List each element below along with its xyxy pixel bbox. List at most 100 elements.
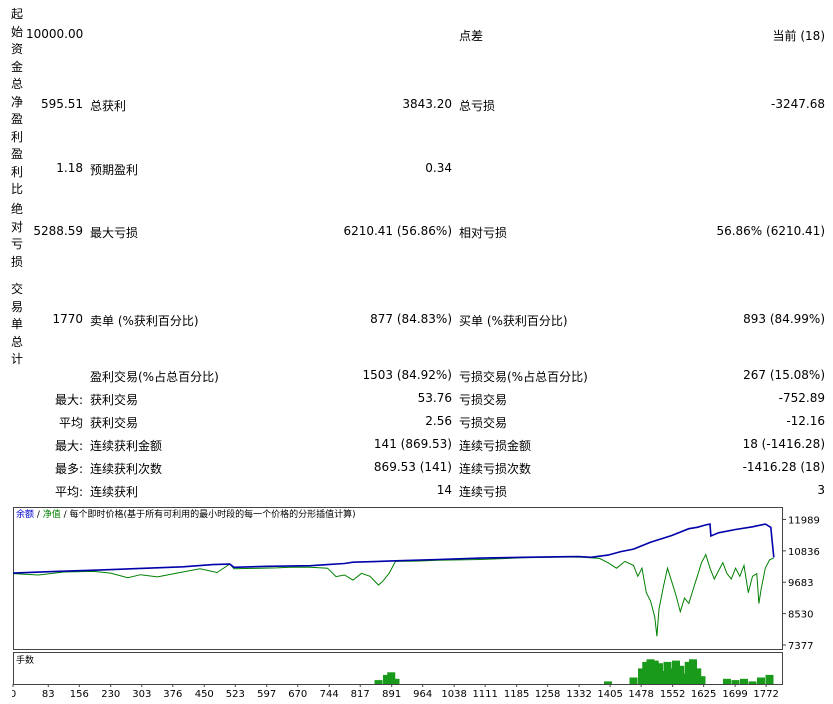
row-label: 交易单总计	[10, 282, 23, 366]
x-tick-label: 1625	[691, 689, 716, 700]
volume-label: 手数	[16, 654, 34, 666]
field-value: 893 (84.99%)	[743, 312, 825, 326]
field-value: 6210.41 (56.86%)	[343, 224, 452, 238]
x-tick-label: 303	[132, 689, 151, 700]
x-tick-label: 376	[163, 689, 182, 700]
volume-bar	[723, 678, 731, 684]
x-tick-label: 523	[226, 689, 245, 700]
field-value: 0.34	[425, 161, 452, 175]
row-label: 总净盈利	[10, 77, 23, 144]
field-label: 点差	[459, 29, 484, 43]
field-label: 获利交易	[90, 416, 139, 430]
field-label: 连续亏损次数	[459, 462, 532, 476]
y-tick-label: 7377	[788, 641, 813, 652]
x-tick-label: 891	[382, 689, 401, 700]
field-value: -12.16	[786, 414, 825, 428]
row-value: 5288.59	[33, 224, 83, 238]
field-label: 最大亏损	[90, 226, 139, 240]
volume-bar	[391, 678, 400, 684]
field-value: -3247.68	[771, 97, 825, 111]
field-value: 56.86% (6210.41)	[716, 224, 825, 238]
field-label: 连续获利金额	[90, 439, 163, 453]
field-value: 3	[817, 483, 825, 497]
field-value: 当前 (18)	[772, 29, 825, 43]
x-tick-label: 1332	[566, 689, 591, 700]
x-tick-label: 1111	[472, 689, 497, 700]
row-prefix: 最大:	[54, 439, 83, 453]
field-label: 连续获利次数	[90, 462, 163, 476]
field-value: 1503 (84.92%)	[362, 368, 452, 382]
row-prefix: 平均:	[54, 485, 83, 499]
main-plot-frame	[13, 507, 783, 650]
volume-bar	[604, 681, 612, 684]
x-tick-label: 670	[288, 689, 307, 700]
volume-bar	[740, 678, 748, 684]
x-tick-label: 156	[70, 689, 89, 700]
volume-bar	[374, 680, 383, 684]
field-value: 877 (84.83%)	[370, 312, 452, 326]
field-label: 亏损交易(%占总百分比)	[459, 370, 588, 384]
x-tick-label: 817	[351, 689, 370, 700]
legend-equity: 净值	[43, 508, 61, 520]
field-label: 亏损交易	[459, 416, 508, 430]
field-value: -752.89	[778, 391, 825, 405]
field-label: 总获利	[90, 99, 127, 113]
field-label: 总亏损	[459, 99, 496, 113]
volume-bar	[757, 677, 765, 684]
row-value: 595.51	[41, 97, 83, 111]
field-label: 卖单 (%获利百分比)	[90, 314, 199, 328]
x-tick-label: 597	[257, 689, 276, 700]
x-tick-label: 1699	[722, 689, 747, 700]
chart-svg: 11989 10836 9683 8530 7377 0 83 156 230 303 376 450…	[10, 507, 820, 700]
row-label: 起始资金	[10, 7, 23, 74]
field-label: 相对亏损	[459, 226, 508, 240]
field-label: 连续亏损金额	[459, 439, 532, 453]
row-value: 1770	[52, 312, 83, 326]
field-value: 2.56	[425, 414, 452, 428]
field-label: 预期盈利	[90, 163, 139, 177]
y-tick-label: 8530	[788, 610, 813, 621]
x-tick-label: 744	[320, 689, 339, 700]
field-label: 盈利交易(%占总百分比)	[90, 370, 219, 384]
balance-chart: 11989 10836 9683 8530 7377 0 83 156 230 303 376 450…	[10, 506, 830, 701]
legend-separator: /	[34, 510, 43, 520]
x-tick-label: 230	[101, 689, 120, 700]
volume-bar	[731, 680, 740, 684]
x-tick-label: 83	[42, 689, 55, 700]
chart-legend: 余额 / 净值 / 每个即时价格(基于所有可利用的最小时段的每一个价格的分形插值…	[16, 508, 356, 520]
row-value: 1.18	[56, 161, 83, 175]
x-tick-label: 1405	[597, 689, 622, 700]
field-value: 14	[436, 483, 452, 497]
volume-bar	[697, 676, 706, 684]
field-label: 连续获利	[90, 485, 139, 499]
row-prefix: 最多:	[54, 462, 83, 476]
x-tick-label: 0	[12, 689, 16, 700]
y-tick-label: 11989	[788, 515, 820, 526]
field-value: 267 (15.08%)	[743, 368, 825, 382]
field-value: 18 (-1416.28)	[742, 437, 825, 451]
field-value: 3843.20	[402, 97, 452, 111]
field-value: 869.53 (141)	[373, 460, 452, 474]
volume-bar	[629, 677, 638, 684]
x-tick-label: 964	[413, 689, 432, 700]
x-tick-label: 1772	[753, 689, 778, 700]
volume-bar	[765, 674, 774, 684]
field-label: 获利交易	[90, 393, 139, 407]
x-tick-label: 1185	[504, 689, 529, 700]
row-prefix: 最大:	[54, 393, 83, 407]
row-prefix: 平均	[58, 416, 83, 430]
field-label: 连续亏损	[459, 485, 508, 499]
y-tick-label: 9683	[788, 578, 813, 589]
y-tick-label: 10836	[788, 547, 820, 558]
row-value: 10000.00	[26, 27, 84, 41]
x-tick-label: 450	[195, 689, 214, 700]
legend-balance: 余额	[16, 508, 34, 520]
x-tick-label: 1038	[441, 689, 466, 700]
volume-bar	[748, 681, 757, 684]
row-label: 盈利比	[10, 147, 23, 196]
legend-description: / 每个即时价格(基于所有可利用的最小时段的每一个价格的分形插值计算)	[61, 508, 356, 520]
field-label: 买单 (%获利百分比)	[459, 314, 568, 328]
field-value: -1416.28 (18)	[742, 460, 825, 474]
x-tick-label: 1552	[660, 689, 685, 700]
field-value: 53.76	[417, 391, 452, 405]
